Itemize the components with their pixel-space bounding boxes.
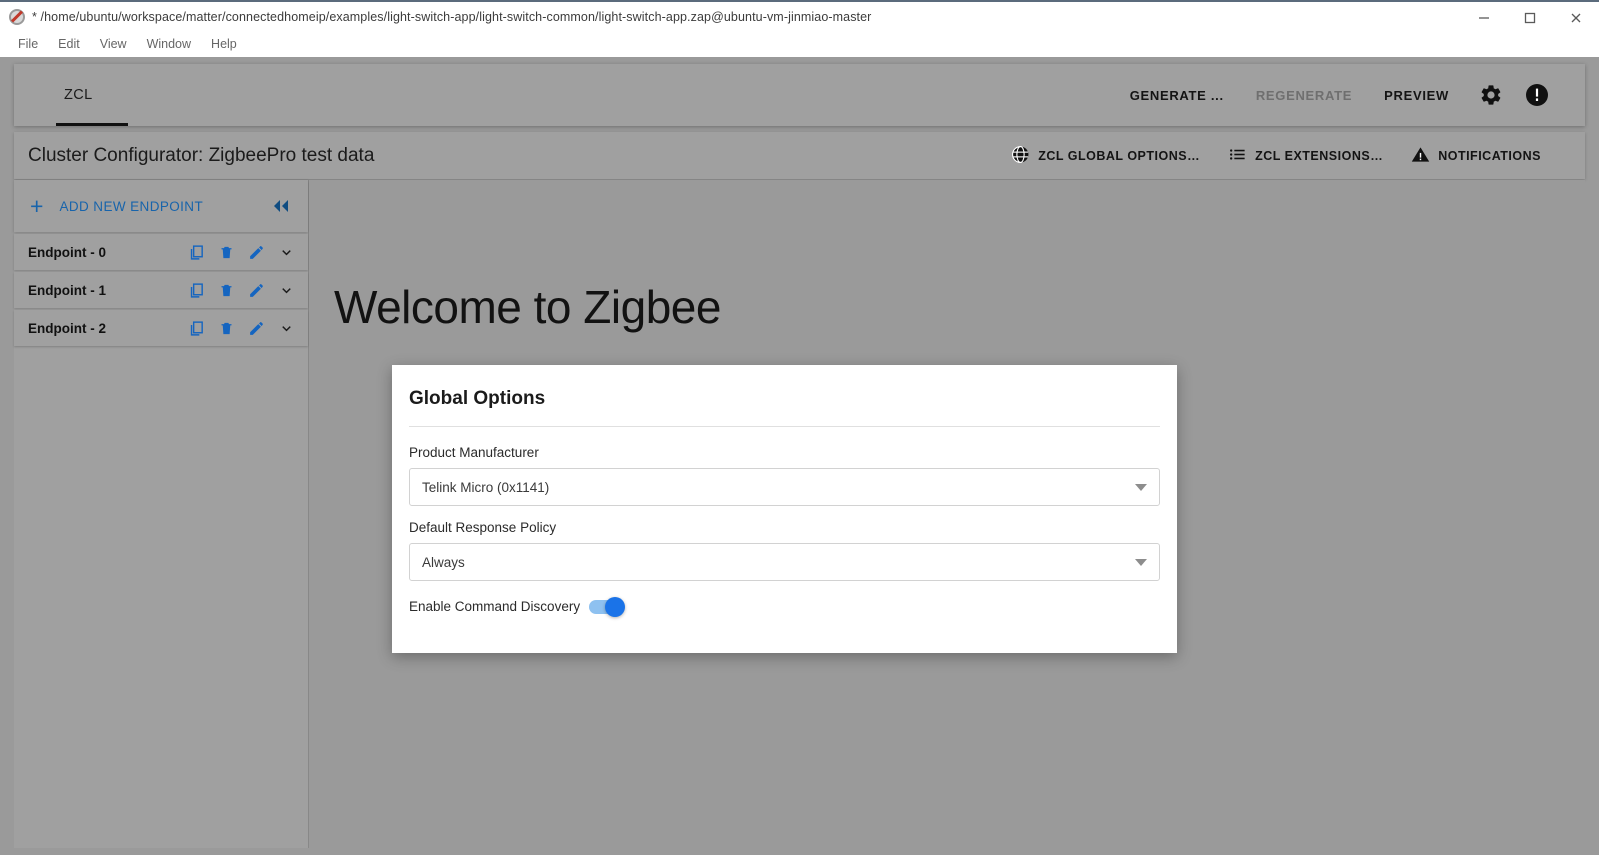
exclamation-circle-icon[interactable] (1517, 75, 1557, 115)
notifications-button[interactable]: NOTIFICATIONS (1397, 137, 1555, 175)
edit-icon[interactable] (248, 320, 265, 337)
maximize-icon[interactable] (1507, 2, 1553, 33)
welcome-title: Welcome to Zigbee (334, 281, 721, 333)
chevron-down-icon (1135, 558, 1147, 566)
default-response-policy-value: Always (422, 554, 465, 570)
product-manufacturer-select[interactable]: Telink Micro (0x1141) (409, 468, 1160, 506)
menu-item-window[interactable]: Window (137, 34, 201, 54)
globe-icon (1011, 145, 1030, 167)
application-body: ZCL GENERATE ... REGENERATE PREVIEW Clus… (0, 57, 1599, 855)
toolbar-actions: GENERATE ... REGENERATE PREVIEW (1114, 75, 1585, 115)
regenerate-button[interactable]: REGENERATE (1240, 78, 1368, 113)
default-response-policy-label: Default Response Policy (409, 520, 557, 535)
header-actions: ZCL GLOBAL OPTIONS… ZCL EXTENSIONS… NOTI… (997, 137, 1585, 175)
chevron-down-icon[interactable] (279, 245, 294, 260)
close-icon[interactable] (1553, 2, 1599, 33)
zcl-global-options-label: ZCL GLOBAL OPTIONS… (1038, 148, 1201, 163)
chevron-down-icon[interactable] (279, 283, 294, 298)
page-title: Cluster Configurator: ZigbeePro test dat… (28, 144, 375, 166)
menu-item-help[interactable]: Help (201, 34, 247, 54)
enable-command-discovery-toggle[interactable] (589, 596, 626, 617)
blocked-circle-icon (9, 8, 25, 25)
menu-item-file[interactable]: File (8, 34, 48, 54)
tab-active-indicator (56, 123, 128, 126)
product-manufacturer-label: Product Manufacturer (409, 445, 539, 460)
add-new-endpoint-button[interactable]: ADD NEW ENDPOINT (59, 199, 203, 214)
table-row[interactable]: Endpoint - 0 (14, 234, 308, 270)
add-new-endpoint-bar: + ADD NEW ENDPOINT (14, 180, 308, 232)
toggle-thumb (605, 596, 626, 617)
double-chevron-left-icon[interactable] (270, 199, 292, 213)
window-title: * /home/ubuntu/workspace/matter/connecte… (32, 9, 872, 24)
enable-command-discovery-label: Enable Command Discovery (409, 599, 581, 614)
zcl-global-options-button[interactable]: ZCL GLOBAL OPTIONS… (997, 137, 1214, 175)
zcl-extensions-button[interactable]: ZCL EXTENSIONS… (1214, 137, 1397, 175)
endpoint-label: Endpoint - 0 (28, 244, 106, 260)
generate-button[interactable]: GENERATE ... (1114, 78, 1240, 113)
plus-icon[interactable]: + (30, 194, 43, 218)
table-row[interactable]: Endpoint - 1 (14, 272, 308, 308)
menu-item-edit[interactable]: Edit (48, 34, 90, 54)
zcl-extensions-label: ZCL EXTENSIONS… (1255, 148, 1384, 163)
dialog-title: Global Options (409, 388, 546, 409)
endpoint-sidebar: + ADD NEW ENDPOINT Endpoint - 0 Endpoint… (14, 180, 309, 848)
copy-icon[interactable] (188, 282, 205, 299)
notifications-label: NOTIFICATIONS (1438, 148, 1541, 163)
tab-zcl[interactable]: ZCL (48, 64, 128, 126)
menubar: File Edit View Window Help (0, 31, 1599, 57)
edit-icon[interactable] (248, 244, 265, 261)
endpoint-label: Endpoint - 2 (28, 320, 106, 336)
gear-icon[interactable] (1471, 75, 1511, 115)
chevron-down-icon (1135, 483, 1147, 491)
global-options-dialog: Global Options Product Manufacturer Teli… (392, 365, 1177, 653)
page-header: Cluster Configurator: ZigbeePro test dat… (14, 132, 1585, 179)
table-row[interactable]: Endpoint - 2 (14, 310, 308, 346)
product-manufacturer-value: Telink Micro (0x1141) (422, 479, 550, 495)
delete-icon[interactable] (219, 320, 234, 337)
copy-icon[interactable] (188, 320, 205, 337)
copy-icon[interactable] (188, 244, 205, 261)
minimize-icon[interactable] (1461, 2, 1507, 33)
endpoint-label: Endpoint - 1 (28, 282, 106, 298)
app-toolbar: ZCL GENERATE ... REGENERATE PREVIEW (14, 64, 1585, 126)
delete-icon[interactable] (219, 282, 234, 299)
warning-triangle-icon (1411, 145, 1430, 167)
default-response-policy-select[interactable]: Always (409, 543, 1160, 581)
menu-item-view[interactable]: View (90, 34, 137, 54)
window-titlebar: * /home/ubuntu/workspace/matter/connecte… (0, 0, 1599, 31)
list-icon (1228, 145, 1247, 167)
edit-icon[interactable] (248, 282, 265, 299)
enable-command-discovery-row: Enable Command Discovery (409, 595, 1160, 636)
endpoint-list: Endpoint - 0 Endpoint - 1 Endpoint - 2 (14, 234, 308, 346)
chevron-down-icon[interactable] (279, 321, 294, 336)
preview-button[interactable]: PREVIEW (1368, 78, 1465, 113)
delete-icon[interactable] (219, 244, 234, 261)
tab-zcl-label: ZCL (64, 87, 93, 103)
window-controls (1461, 2, 1599, 33)
dialog-divider (409, 426, 1160, 427)
